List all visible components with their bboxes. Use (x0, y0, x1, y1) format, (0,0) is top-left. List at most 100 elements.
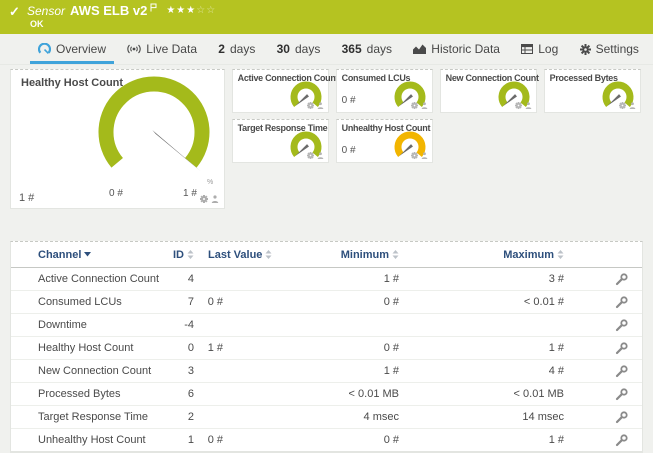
tab-30-days[interactable]: 30 days (277, 34, 321, 64)
status-ok-check-icon: ✓ (9, 4, 20, 19)
sort-icon (187, 250, 194, 259)
tab-label: Historic Data (431, 42, 500, 56)
channel-maximum: < 0.01 MB (513, 388, 564, 400)
tab-historic-data[interactable]: Historic Data (413, 34, 500, 64)
channel-id: -4 (184, 319, 194, 331)
gauge-panel-active-connection-count[interactable]: Active Connection Count (231, 69, 339, 113)
wrench-icon[interactable] (615, 295, 628, 309)
wrench-icon[interactable] (615, 410, 628, 424)
tab-label: Log (538, 42, 559, 56)
channel-name[interactable]: New Connection Count (11, 365, 161, 377)
tab-365-days[interactable]: 365 days (342, 34, 392, 64)
gauge-panel-consumed-lcus[interactable]: Consumed LCUs 0 # (335, 69, 433, 113)
channel-maximum: 3 # (548, 273, 564, 285)
person-icon[interactable] (211, 195, 219, 203)
broadcast-icon (127, 44, 141, 54)
channel-id: 1 (187, 434, 194, 446)
tab-number: 2 (218, 42, 225, 56)
tab-log[interactable]: Log (521, 34, 558, 64)
tab-label: Settings (595, 42, 639, 56)
sort-desc-icon (84, 252, 92, 257)
tab-label: Overview (56, 42, 107, 56)
gauge-scale-min: 0 # (109, 188, 123, 199)
needle-tip-label: % (207, 179, 213, 186)
tab-bar: Overview Live Data 2 days 30 days 365 da… (0, 34, 653, 65)
sensor-header-bar: ✓ Sensor AWS ELB v2 ★★★☆☆ OK (0, 0, 653, 34)
channel-name[interactable]: Processed Bytes (11, 388, 161, 400)
gauge-icon (38, 43, 51, 54)
channel-name[interactable]: Downtime (11, 319, 161, 331)
channel-maximum: 1 # (548, 342, 564, 354)
tab-label: days (294, 42, 321, 56)
sort-icon (392, 250, 399, 259)
channel-name[interactable]: Healthy Host Count (11, 342, 161, 354)
gauge-last-value: 1 # (19, 192, 35, 204)
log-icon (521, 44, 534, 54)
table-row: New Connection Count 3 1 # 4 # (11, 360, 642, 383)
channel-name[interactable]: Consumed LCUs (11, 296, 161, 308)
person-icon[interactable] (525, 102, 532, 109)
table-row: Active Connection Count 4 1 # 3 # (11, 268, 642, 291)
tab-number: 30 (276, 42, 290, 56)
column-header-maximum[interactable]: Maximum (503, 249, 564, 261)
gear-icon[interactable] (199, 195, 208, 203)
person-icon[interactable] (421, 102, 428, 109)
gauge-panel-healthy-host-count[interactable]: Healthy Host Count % 0 # 1 # 1 # (10, 69, 225, 209)
gear-icon (579, 43, 591, 55)
tab-2-days[interactable]: 2 days (218, 34, 255, 64)
person-icon[interactable] (421, 152, 428, 159)
channel-table-header: Channel ID Last Value Minimum Maximum (11, 242, 642, 268)
stars-filled: ★★★ (166, 5, 197, 16)
sensor-title: AWS ELB v2 (70, 3, 148, 18)
sort-icon (557, 250, 564, 259)
channel-minimum: 0 # (383, 342, 399, 354)
gear-icon[interactable] (618, 102, 626, 109)
tab-label: days (366, 42, 392, 56)
object-kind-label: Sensor (27, 3, 66, 18)
tab-settings[interactable]: Settings (579, 34, 639, 64)
gauge-last-value: 0 # (341, 145, 356, 156)
channel-minimum: 0 # (383, 296, 399, 308)
priority-stars[interactable]: ★★★☆☆ (166, 5, 216, 16)
channel-name[interactable]: Target Response Time (11, 411, 161, 423)
gear-icon[interactable] (410, 152, 418, 159)
channel-last-value: 1 # (207, 342, 223, 354)
gauge-panel-unhealthy-host-count[interactable]: Unhealthy Host Count 0 # (335, 119, 433, 163)
channel-maximum: 1 # (548, 434, 564, 446)
gear-icon[interactable] (514, 102, 522, 109)
person-icon[interactable] (317, 152, 324, 159)
gauge-panel-target-response-time[interactable]: Target Response Time (231, 119, 329, 163)
channel-minimum: < 0.01 MB (348, 388, 399, 400)
tab-overview[interactable]: Overview (29, 34, 115, 64)
gear-icon[interactable] (306, 102, 314, 109)
table-row: Target Response Time 2 4 msec 14 msec (11, 406, 642, 429)
channel-minimum: 4 msec (363, 411, 399, 423)
gauge-panel-new-connection-count[interactable]: New Connection Count (439, 69, 539, 113)
channel-id: 6 (187, 388, 194, 400)
person-icon[interactable] (629, 102, 636, 109)
overview-content: Healthy Host Count % 0 # 1 # 1 # Active … (0, 65, 653, 453)
gauge-panel-processed-bytes[interactable]: Processed Bytes (543, 69, 641, 113)
wrench-icon[interactable] (615, 272, 628, 286)
tab-live-data[interactable]: Live Data (127, 34, 197, 64)
wrench-icon[interactable] (615, 318, 628, 332)
channel-name[interactable]: Active Connection Count (11, 273, 161, 285)
gear-icon[interactable] (306, 152, 314, 159)
channel-minimum: 1 # (383, 273, 399, 285)
channel-name[interactable]: Unhealthy Host Count (11, 434, 161, 446)
channel-id: 0 (187, 342, 194, 354)
column-header-id[interactable]: ID (173, 249, 194, 261)
wrench-icon[interactable] (615, 341, 628, 355)
column-header-minimum[interactable]: Minimum (341, 249, 399, 261)
wrench-icon[interactable] (615, 387, 628, 401)
channel-last-value: 0 # (207, 434, 223, 446)
wrench-icon[interactable] (615, 364, 628, 378)
flag-icon (150, 3, 157, 12)
channel-id: 4 (187, 273, 194, 285)
column-header-channel[interactable]: Channel (38, 249, 92, 261)
table-row: Healthy Host Count 0 1 # 0 # 1 # (11, 337, 642, 360)
person-icon[interactable] (317, 102, 324, 109)
wrench-icon[interactable] (615, 433, 628, 447)
sensor-status-text: OK (30, 19, 44, 29)
gear-icon[interactable] (410, 102, 418, 109)
